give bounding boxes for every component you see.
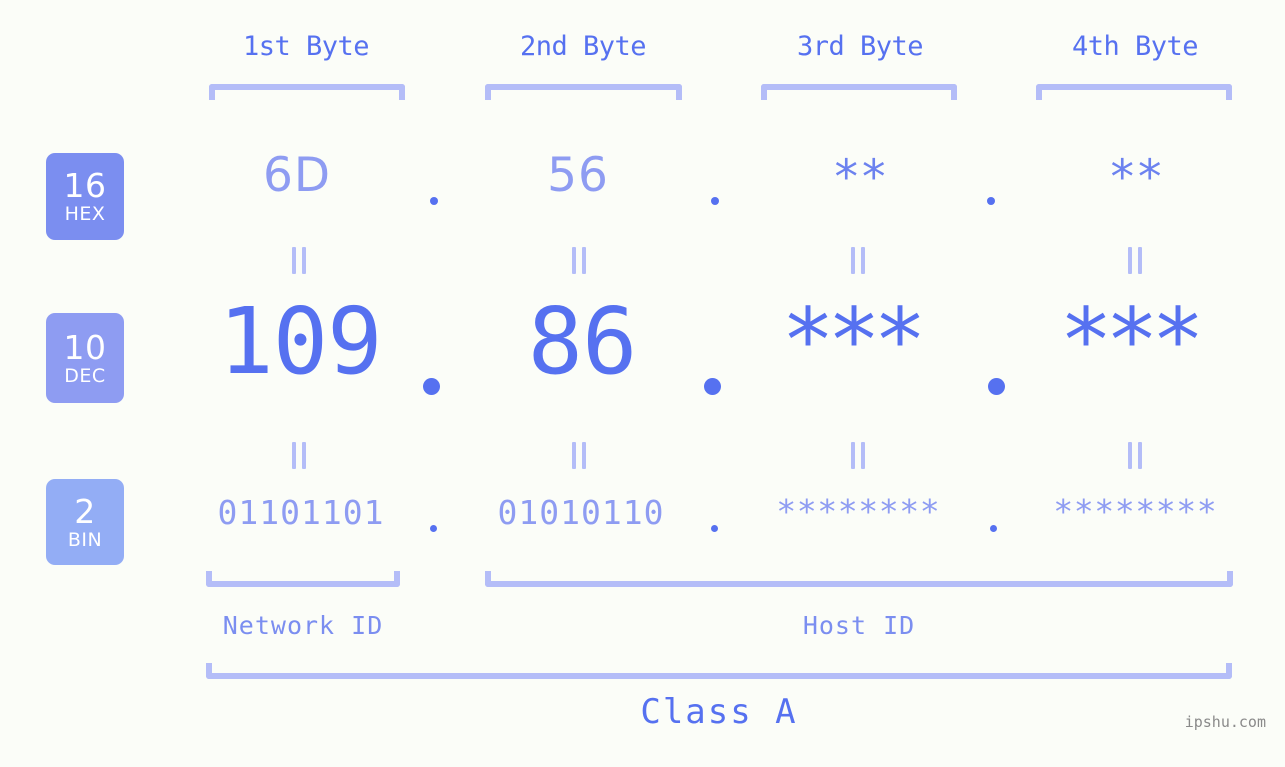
equals-symbol-dec-bin-2: [572, 442, 586, 469]
equals-symbol-hex-dec-1: [292, 247, 306, 274]
hex-separator-dot-1: [430, 197, 438, 205]
hex-byte-2: 56: [547, 148, 609, 203]
hex-separator-dot-3: [987, 197, 995, 205]
bin-byte-2: 01010110: [497, 493, 665, 532]
base-badge-bin-name: BIN: [67, 528, 103, 551]
byte-header-1: 1st Byte: [242, 31, 370, 62]
hex-byte-4: **: [1110, 150, 1166, 205]
dec-byte-2: 86: [527, 288, 638, 395]
base-badge-hex-name: HEX: [64, 203, 106, 225]
byte-header-4: 4th Byte: [1071, 31, 1199, 62]
dec-separator-dot-1: [423, 378, 440, 395]
hex-separator-dot-2: [711, 197, 719, 205]
byte-bracket-1: [209, 84, 405, 100]
dec-separator-dot-3: [988, 378, 1005, 395]
dec-separator-dot-2: [704, 378, 721, 395]
class-bracket: [206, 663, 1232, 679]
byte-header-3: 3rd Byte: [796, 31, 924, 62]
class-label: Class A: [640, 692, 798, 732]
hex-byte-1: 6D: [262, 148, 332, 203]
base-badge-bin-number: 2: [74, 491, 96, 531]
base-badge-hex-number: 16: [63, 166, 107, 205]
dec-byte-4: ***: [1064, 289, 1202, 392]
base-badge-bin: 2 BIN: [46, 479, 124, 565]
equals-symbol-dec-bin-4: [1128, 442, 1142, 469]
byte-bracket-2: [485, 84, 682, 100]
site-watermark: ipshu.com: [1184, 713, 1266, 731]
hex-byte-3: **: [834, 150, 890, 205]
dec-byte-1: 109: [218, 288, 382, 395]
equals-symbol-hex-dec-3: [851, 247, 865, 274]
bin-separator-dot-2: [711, 525, 718, 532]
bin-separator-dot-1: [430, 525, 437, 532]
base-badge-dec-name: DEC: [64, 364, 106, 387]
host-id-label: Host ID: [802, 611, 916, 640]
base-badge-dec: 10 DEC: [46, 313, 124, 403]
ip-byte-breakdown-diagram: 1st Byte 2nd Byte 3rd Byte 4th Byte 16 H…: [0, 0, 1285, 767]
equals-symbol-dec-bin-3: [851, 442, 865, 469]
byte-bracket-4: [1036, 84, 1232, 100]
equals-symbol-hex-dec-4: [1128, 247, 1142, 274]
bin-byte-1: 01101101: [217, 493, 385, 532]
bin-byte-3: ********: [778, 492, 942, 531]
equals-symbol-hex-dec-2: [572, 247, 586, 274]
base-badge-hex: 16 HEX: [46, 153, 124, 240]
byte-header-2: 2nd Byte: [519, 31, 647, 62]
bin-byte-4: ********: [1055, 492, 1219, 531]
host-id-bracket: [485, 571, 1233, 587]
dec-byte-3: ***: [786, 289, 924, 392]
network-id-label: Network ID: [222, 611, 384, 640]
equals-symbol-dec-bin-1: [292, 442, 306, 469]
byte-bracket-3: [761, 84, 957, 100]
base-badge-dec-number: 10: [63, 327, 107, 367]
network-id-bracket: [206, 571, 400, 587]
bin-separator-dot-3: [990, 525, 997, 532]
